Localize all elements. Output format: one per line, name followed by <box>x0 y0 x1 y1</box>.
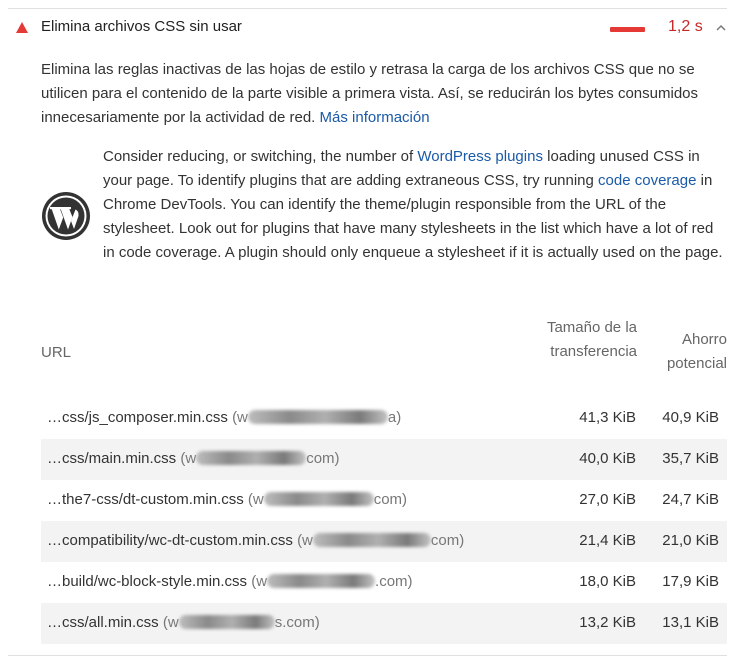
divider <box>8 655 727 656</box>
transfer-size: 13,2 KiB <box>579 614 636 631</box>
code-coverage-link[interactable]: code coverage <box>598 172 696 189</box>
host-prefix: (w <box>180 450 197 467</box>
learn-more-link[interactable]: Más información <box>320 109 430 126</box>
url-host: (w com) <box>297 532 464 549</box>
resource-url: …the7-css/dt-custom.min.css (w com) <box>47 491 407 508</box>
potential-savings: 17,9 KiB <box>662 573 719 590</box>
column-header-transfer-size: Tamaño de la transferencia <box>546 319 637 360</box>
table-row: …css/main.min.css (w com) 40,0 KiB 35,7 KiB <box>41 439 727 480</box>
potential-savings: 24,7 KiB <box>662 491 719 508</box>
url-host: (w s.com) <box>163 614 320 631</box>
table-row: …css/js_composer.min.css (w a) 41,3 KiB 40,… <box>41 398 727 439</box>
table-row: …build/wc-block-style.min.css (w .com) 18,… <box>41 562 727 603</box>
host-suffix: com) <box>373 491 408 508</box>
url-path[interactable]: …css/all.min.css <box>47 614 159 631</box>
redacted-host <box>196 451 307 465</box>
host-suffix: com) <box>430 532 465 549</box>
table-body: …css/js_composer.min.css (w a) 41,3 KiB 40,… <box>41 398 727 644</box>
wordpress-stack-pack: Consider reducing, or switching, the num… <box>41 145 726 290</box>
transfer-size: 18,0 KiB <box>579 573 636 590</box>
stack-text-part: Consider reducing, or switching, the num… <box>103 148 414 165</box>
redacted-host <box>247 410 388 424</box>
potential-savings: 21,0 KiB <box>662 532 719 549</box>
warning-triangle-icon <box>16 22 28 33</box>
table-header: URL Tamaño de la transferencia Ahorro po… <box>41 316 727 392</box>
column-header-url: URL <box>41 344 72 361</box>
audit-savings: 1,2 s <box>668 18 703 35</box>
host-suffix: com) <box>306 450 340 467</box>
url-host: (w com) <box>248 491 407 508</box>
host-suffix: a) <box>387 409 402 426</box>
resource-url: …build/wc-block-style.min.css (w .com) <box>47 573 413 590</box>
wordpress-plugins-link[interactable]: WordPress plugins <box>417 148 543 165</box>
table-row: …the7-css/dt-custom.min.css (w com) 27,0 K… <box>41 480 727 521</box>
unused-css-audit: Elimina archivos CSS sin usar 1,2 s Elim… <box>0 0 737 664</box>
potential-savings: 35,7 KiB <box>662 450 719 467</box>
audit-description: Elimina las reglas inactivas de las hoja… <box>41 58 726 130</box>
host-suffix: .com) <box>375 573 413 590</box>
url-path[interactable]: …css/js_composer.min.css <box>47 409 228 426</box>
host-prefix: (w <box>297 532 313 549</box>
transfer-size: 21,4 KiB <box>579 532 636 549</box>
stack-pack-text: Consider reducing, or switching, the num… <box>103 145 727 265</box>
table-row: …compatibility/wc-dt-custom.min.css (w co… <box>41 521 727 562</box>
wordpress-logo-icon <box>42 192 90 240</box>
transfer-size: 40,0 KiB <box>579 450 636 467</box>
potential-savings: 13,1 KiB <box>662 614 719 631</box>
url-host: (w a) <box>232 409 401 426</box>
table-row: …css/all.min.css (w s.com) 13,2 KiB 13,1 Ki… <box>41 603 727 644</box>
potential-savings: 40,9 KiB <box>662 409 719 426</box>
chevron-up-icon[interactable] <box>715 22 727 34</box>
host-prefix: (w <box>247 491 264 508</box>
url-path[interactable]: …the7-css/dt-custom.min.css <box>47 491 244 508</box>
host-suffix: s.com) <box>274 614 320 631</box>
audit-header-toggle[interactable]: Elimina archivos CSS sin usar 1,2 s <box>0 9 737 47</box>
url-host: (w com) <box>180 450 339 467</box>
redacted-host <box>312 533 431 547</box>
redacted-host <box>178 615 275 629</box>
column-header-savings: Ahorro potencial <box>666 331 727 372</box>
host-prefix: (w <box>162 614 179 631</box>
resource-url: …css/main.min.css (w com) <box>47 450 340 467</box>
url-path[interactable]: …css/main.min.css <box>47 450 176 467</box>
transfer-size: 41,3 KiB <box>579 409 636 426</box>
host-prefix: (w <box>251 573 268 590</box>
resource-url: …compatibility/wc-dt-custom.min.css (w co… <box>47 532 464 549</box>
host-prefix: (w <box>232 409 248 426</box>
savings-bar <box>610 27 645 32</box>
resources-table: URL Tamaño de la transferencia Ahorro po… <box>41 316 727 644</box>
redacted-host <box>267 574 376 588</box>
url-path[interactable]: …compatibility/wc-dt-custom.min.css <box>47 532 293 549</box>
redacted-host <box>263 492 374 506</box>
transfer-size: 27,0 KiB <box>579 491 636 508</box>
resource-url: …css/all.min.css (w s.com) <box>47 614 320 631</box>
resource-url: …css/js_composer.min.css (w a) <box>47 409 401 426</box>
audit-title: Elimina archivos CSS sin usar <box>41 18 242 35</box>
url-path[interactable]: …build/wc-block-style.min.css <box>47 573 247 590</box>
url-host: (w .com) <box>251 573 412 590</box>
